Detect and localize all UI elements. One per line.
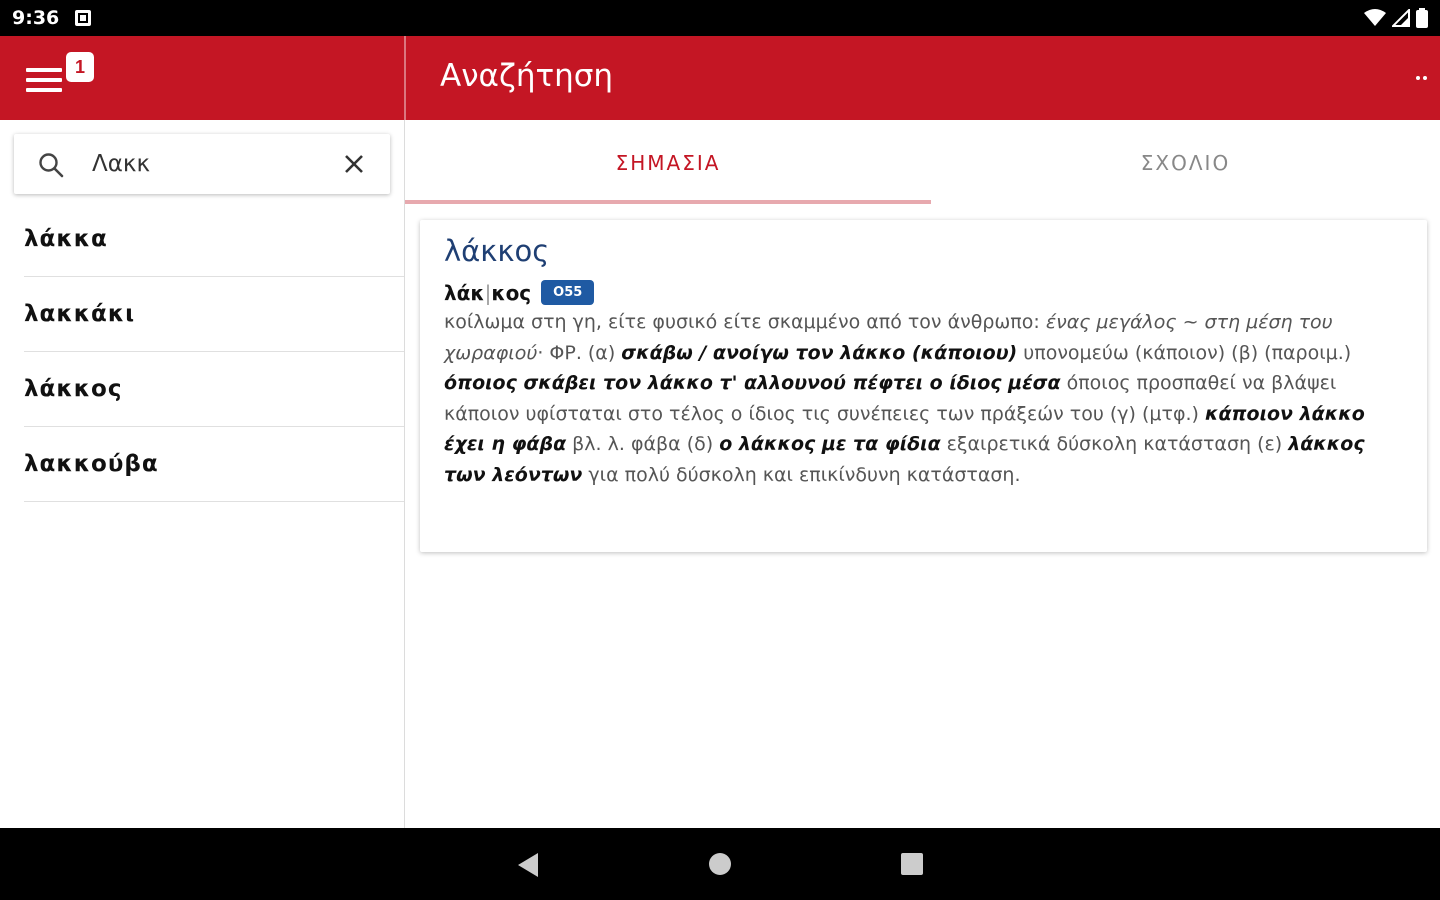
clear-icon[interactable] [342,152,366,176]
entry-card: λάκκος λάκ|κος O55 κοίλωμα στη γη, είτε … [420,220,1427,552]
hamburger-icon [26,68,62,98]
search-input[interactable] [92,144,332,184]
app-bar: 1 Αναζήτηση [0,36,1440,120]
status-icons [1364,8,1428,28]
phrase-text: ο λάκκος με τα φίδια [719,433,941,455]
recents-icon[interactable] [901,853,923,875]
headword-row: λάκ|κος O55 [444,280,1403,305]
definition-text: εξαιρετικά δύσκολη κατάσταση (ε) [940,433,1289,455]
sidebar: λάκκα λακκάκι λάκκος λακκούβα [0,120,404,828]
status-time: 9:36 [12,7,60,29]
status-bar: 9:36 [0,0,1440,36]
search-box [14,134,390,194]
more-dot-icon [1423,76,1427,80]
menu-button[interactable]: 1 [24,52,96,108]
result-item[interactable]: λακκούβα [24,427,404,502]
result-item[interactable]: λάκκος [24,352,404,427]
results-list: λάκκα λακκάκι λάκκος λακκούβα [24,202,404,502]
definition-text: για πολύ δύσκολη και επικίνδυνη κατάστασ… [582,463,1021,486]
tab-indicator [405,200,931,204]
definition-text: · ΦΡ. (α) [537,341,622,364]
battery-icon [1416,8,1428,28]
headword: λάκ|κος [444,280,532,305]
page-title: Αναζήτηση [440,58,614,94]
entry-title: λάκκος [444,234,550,268]
app-root: 9:36 1 Αναζήτηση λάκκα λακκάκι λάκκ [0,0,1440,900]
entry-definition: κοίλωμα στη γη, είτε φυσικό είτε σκαμμέν… [444,307,1403,490]
more-dot-icon [1416,76,1420,80]
navigation-bar [0,828,1440,900]
notification-icon [75,10,92,26]
definition-text: υπονομεύω (κάποιον) (β) (παροιμ.) [1017,341,1352,364]
definition-text: βλ. λ. φάβα (δ) [566,433,720,455]
headword-part: κος [491,280,532,305]
notification-badge: 1 [66,52,94,82]
result-item[interactable]: λακκάκι [24,277,404,352]
tab-bar: ΣΗΜΑΣΙΑ ΣΧΟΛΙΟ [405,120,1440,206]
tab-comment[interactable]: ΣΧΟΛΙΟ [931,120,1440,206]
wifi-icon [1364,9,1386,26]
home-icon[interactable] [709,853,731,875]
app-bar-divider [404,36,406,120]
main-content: ΣΗΜΑΣΙΑ ΣΧΟΛΙΟ λάκκος λάκ|κος O55 κοίλωμ… [405,120,1440,828]
back-icon[interactable] [516,852,542,878]
tab-meaning[interactable]: ΣΗΜΑΣΙΑ [405,120,931,206]
more-options-button[interactable] [1416,66,1440,90]
result-item[interactable]: λάκκα [24,202,404,277]
entry-code-badge: O55 [541,280,595,305]
phrase-text: όποιος σκάβει τον λάκκο τ' αλλουνού πέφτ… [444,372,1061,394]
headword-part: λάκ [444,280,485,305]
signal-icon [1392,9,1410,27]
definition-text: κοίλωμα στη γη, είτε φυσικό είτε σκαμμέν… [444,311,1046,333]
phrase-text: σκάβω / ανοίγω τον λάκκο (κάποιου) [621,341,1018,364]
app-bar-left: 1 [0,36,404,120]
search-icon [39,153,64,178]
